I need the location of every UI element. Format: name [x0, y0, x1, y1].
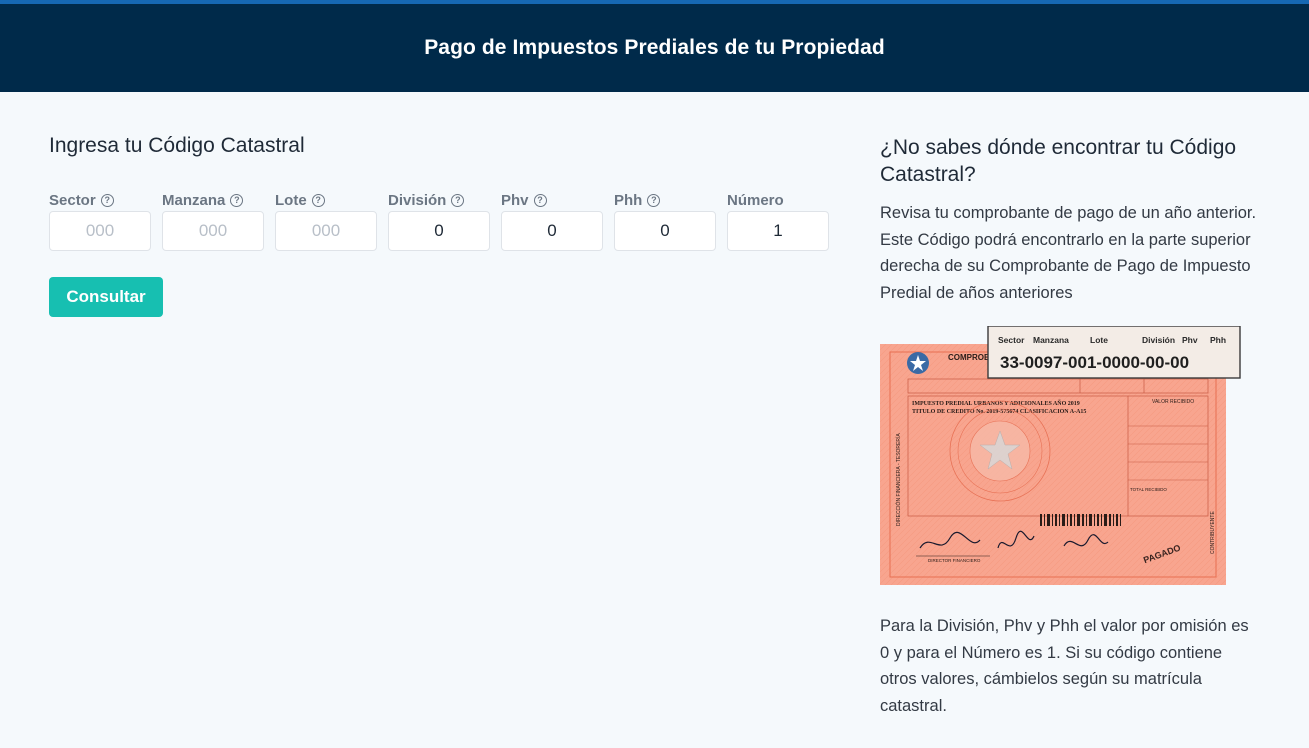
- svg-text:Phv: Phv: [1182, 335, 1198, 345]
- form-title: Ingresa tu Código Catastral: [49, 134, 305, 157]
- receipt-total-label: TOTAL RECIBIDO: [1130, 487, 1167, 492]
- phh-label: Phh?: [614, 189, 716, 211]
- field-sector: Sector?: [49, 189, 151, 251]
- receipt-signature-label: DIRECTOR FINANCIERO: [928, 558, 981, 563]
- receipt-concept: IMPUESTO PREDIAL URBANOS Y ADICIONALES A…: [912, 399, 1080, 407]
- phh-input[interactable]: [614, 211, 716, 251]
- svg-text:Phh: Phh: [1210, 335, 1226, 345]
- receipt-illustration: COMPROBANTE DE INGRESO A CAJA IMPUESTO P…: [880, 325, 1242, 588]
- catastral-form: Ingresa tu Código Catastral Sector? Manz…: [49, 134, 839, 317]
- help-icon[interactable]: ?: [100, 193, 114, 207]
- receipt-credit: TITULO DE CREDITO No. 2019-575674 CLASIF…: [912, 409, 1086, 415]
- numero-input[interactable]: [727, 211, 829, 251]
- receipt-side-right: CONTRIBUYENTE: [1210, 511, 1216, 554]
- sector-label: Sector?: [49, 189, 151, 211]
- numero-label: Número: [727, 191, 784, 209]
- field-lote: Lote?: [275, 189, 377, 251]
- field-numero: Número: [727, 189, 829, 251]
- division-input[interactable]: [388, 211, 490, 251]
- help-icon[interactable]: ?: [533, 193, 547, 207]
- help-title: ¿No sabes dónde encontrar tu Código Cata…: [880, 136, 1237, 186]
- help-icon[interactable]: ?: [230, 193, 244, 207]
- svg-text:Manzana: Manzana: [1033, 335, 1069, 345]
- division-label: División?: [388, 189, 490, 211]
- help-icon[interactable]: ?: [647, 193, 661, 207]
- svg-text:Sector: Sector: [998, 335, 1025, 345]
- phv-label: Phv?: [501, 189, 603, 211]
- callout-code: 33-0097-001-0000-00-00: [1000, 353, 1189, 372]
- consultar-button[interactable]: Consultar: [49, 277, 163, 317]
- help-paragraph-2: Para la División, Phv y Phh el valor por…: [880, 617, 1249, 715]
- field-phh: Phh?: [614, 189, 716, 251]
- help-paragraph-1: Revisa tu comprobante de pago de un año …: [880, 204, 1257, 302]
- page-title: Pago de Impuestos Prediales de tu Propie…: [424, 36, 885, 59]
- manzana-input[interactable]: [162, 211, 264, 251]
- lote-input[interactable]: [275, 211, 377, 251]
- receipt-value-label: VALOR RECIBIDO: [1152, 399, 1194, 405]
- code-fields: Sector? Manzana? Lote? División? Phv? Ph…: [49, 189, 829, 251]
- svg-text:Lote: Lote: [1090, 335, 1108, 345]
- page-header: Pago de Impuestos Prediales de tu Propie…: [0, 4, 1309, 92]
- field-phv: Phv?: [501, 189, 603, 251]
- field-division: División?: [388, 189, 490, 251]
- field-manzana: Manzana?: [162, 189, 264, 251]
- receipt-image: COMPROBANTE DE INGRESO A CAJA IMPUESTO P…: [880, 325, 1241, 585]
- lote-label: Lote?: [275, 189, 377, 211]
- help-panel: ¿No sabes dónde encontrar tu Código Cata…: [880, 134, 1260, 715]
- phv-input[interactable]: [501, 211, 603, 251]
- sector-input[interactable]: [49, 211, 151, 251]
- svg-text:División: División: [1142, 335, 1175, 345]
- help-icon[interactable]: ?: [451, 193, 465, 207]
- help-icon[interactable]: ?: [311, 193, 325, 207]
- receipt-side-left: DIRECCIÓN FINANCIERA - TESORERÍA: [895, 433, 902, 526]
- manzana-label: Manzana?: [162, 189, 264, 211]
